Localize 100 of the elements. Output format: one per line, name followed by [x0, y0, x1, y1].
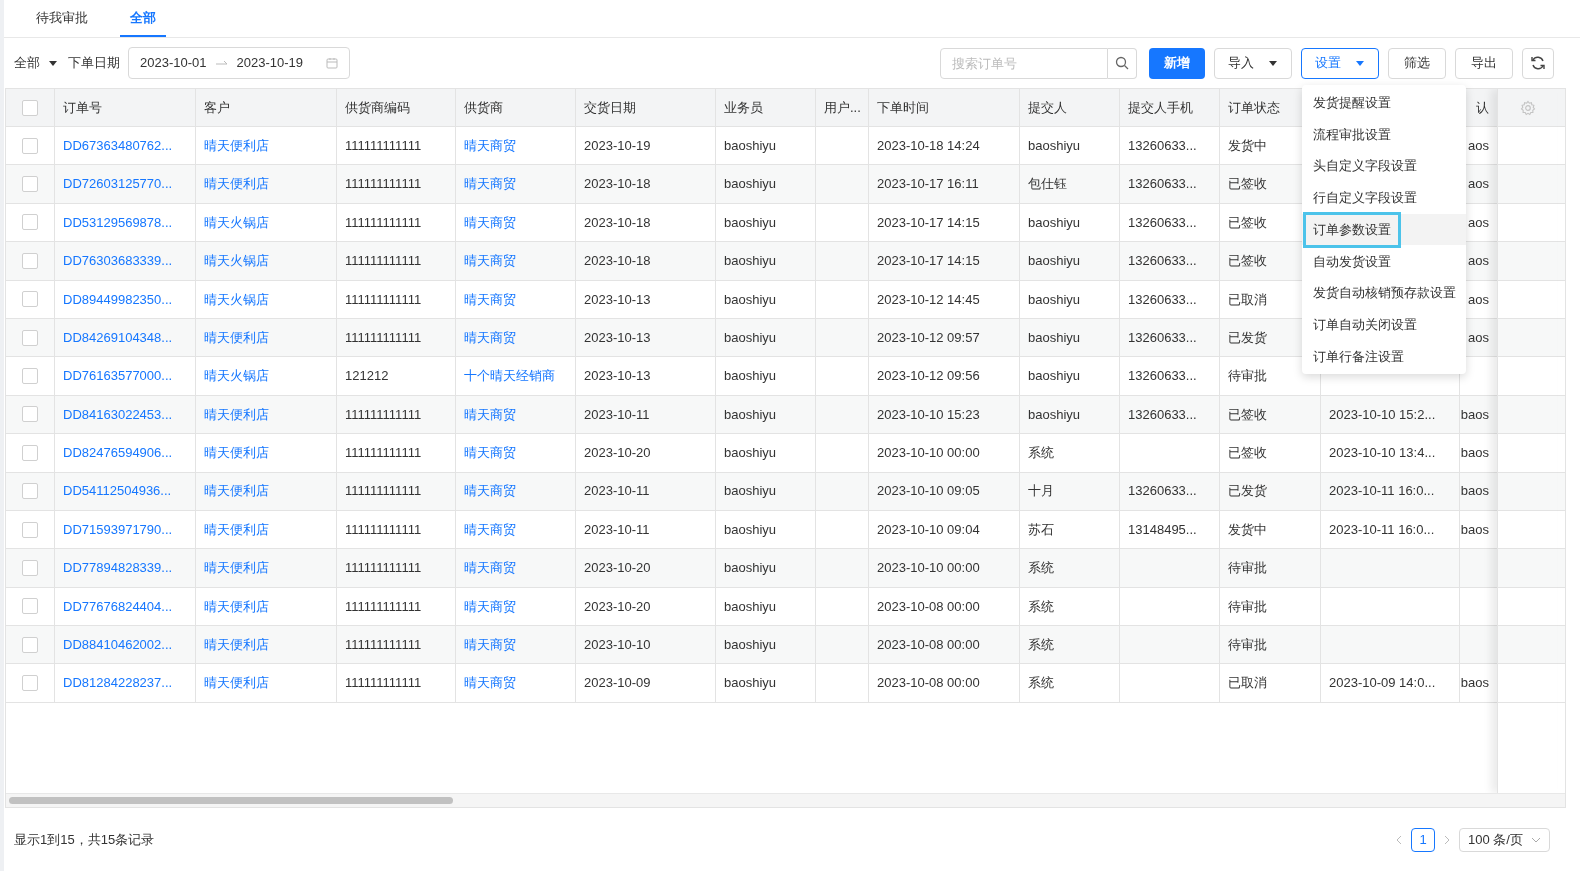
menu-item[interactable]: 发货自动核销预存款设置 — [1306, 277, 1463, 308]
table-link[interactable]: DD84269104348... — [63, 327, 173, 348]
table-link[interactable]: 晴天商贸 — [464, 174, 516, 194]
table-cell-text: 2023-10-08 00:00 — [877, 597, 980, 616]
table-cell-text: 111111111111 — [345, 674, 422, 693]
table-link[interactable]: 晴天商贸 — [464, 135, 516, 156]
table-cell-text: baoshiyu — [1028, 290, 1081, 309]
scrollbar[interactable] — [6, 793, 1565, 807]
checkbox[interactable] — [22, 636, 38, 653]
menu-item[interactable]: 行自定义字段设置 — [1306, 182, 1424, 213]
checkbox[interactable] — [22, 329, 38, 346]
table-link[interactable]: 晴天火锅店 — [204, 251, 269, 271]
table-link[interactable]: 晴天火锅店 — [204, 289, 269, 309]
table-link[interactable]: 晴天商贸 — [464, 289, 516, 309]
menu-item[interactable]: 发货提醒设置 — [1306, 87, 1398, 118]
menu-item[interactable]: 订单自动关闭设置 — [1306, 309, 1424, 340]
checkbox[interactable] — [22, 176, 38, 193]
table-link[interactable]: 晴天商贸 — [464, 327, 516, 348]
table-cell-text: 111111111111 — [345, 213, 422, 232]
checkbox[interactable] — [22, 521, 38, 538]
table-link[interactable]: 晴天便利店 — [204, 635, 269, 655]
table-link[interactable]: 晴天商贸 — [464, 596, 516, 617]
checkbox[interactable] — [22, 99, 38, 116]
table-cell-text: 2023-10-10 00:00 — [877, 444, 980, 463]
menu-item[interactable]: 自动发货设置 — [1306, 246, 1398, 277]
table-link[interactable]: 晴天商贸 — [464, 251, 516, 271]
table-link[interactable]: DD88410462002... — [63, 635, 173, 655]
table-link[interactable]: 晴天便利店 — [204, 673, 269, 693]
checkbox[interactable] — [22, 214, 38, 231]
tab[interactable]: 全部 — [120, 0, 166, 37]
table-link[interactable]: DD54112504936... — [63, 481, 172, 501]
search-field[interactable]: 搜索订单号 — [940, 47, 1108, 79]
toolbar-button[interactable]: 导出 — [1455, 47, 1513, 79]
table-link[interactable]: 晴天火锅店 — [204, 212, 269, 233]
table-link[interactable]: DD67363480762... — [63, 135, 173, 156]
checkbox[interactable] — [22, 483, 38, 500]
table-cell-text: 包仕钰 — [1028, 175, 1067, 194]
column-settings-header[interactable] — [1498, 89, 1557, 127]
table-link[interactable]: 晴天商贸 — [464, 404, 516, 425]
table-link[interactable]: DD82476594906... — [63, 443, 173, 463]
table-link[interactable]: 晴天便利店 — [204, 135, 269, 156]
table-link[interactable]: DD71593971790... — [63, 519, 173, 540]
checkbox[interactable] — [22, 598, 38, 615]
table-link[interactable]: 晴天商贸 — [464, 519, 516, 540]
checkbox[interactable] — [22, 444, 38, 461]
tab[interactable]: 待我审批 — [28, 0, 96, 37]
menu-item[interactable]: 订单行备注设置 — [1306, 341, 1411, 372]
dropdown-button[interactable]: 设置 — [1301, 47, 1379, 79]
table-link[interactable]: 晴天便利店 — [204, 174, 269, 194]
search-button[interactable] — [1108, 47, 1137, 79]
table-link[interactable]: 晴天便利店 — [204, 596, 269, 617]
table-link[interactable]: 晴天商贸 — [464, 558, 516, 578]
menu-item[interactable]: 流程审批设置 — [1306, 119, 1398, 150]
toolbar-button[interactable]: 筛选 — [1388, 47, 1446, 79]
date-range-field[interactable]: 2023-10-01 2023-10-19 — [128, 47, 350, 79]
table-link[interactable]: 晴天商贸 — [464, 443, 516, 463]
table-cell-text: 111111111111 — [345, 328, 422, 347]
table-link[interactable]: DD89449982350... — [63, 289, 173, 309]
table-link[interactable]: DD77676824404... — [63, 596, 173, 617]
table-cell-text: 13260633... — [1128, 328, 1197, 347]
table-link[interactable]: 晴天便利店 — [204, 558, 269, 578]
table-cell-text: 13260633... — [1128, 136, 1197, 155]
scope-dropdown[interactable]: 全部 — [14, 53, 58, 73]
table-link[interactable]: 晴天商贸 — [464, 635, 516, 655]
table-cell-text: 2023-10-11 — [584, 482, 650, 501]
refresh-button[interactable] — [1522, 47, 1554, 79]
table-link[interactable]: 晴天火锅店 — [204, 366, 269, 386]
table-link[interactable]: 晴天商贸 — [464, 673, 516, 693]
table-link[interactable]: 晴天商贸 — [464, 212, 516, 233]
table-link[interactable]: 晴天便利店 — [204, 519, 269, 540]
table-link[interactable]: 晴天商贸 — [464, 481, 516, 501]
checkbox[interactable] — [22, 675, 38, 692]
checkbox[interactable] — [22, 406, 38, 423]
table-cell-text: 2023-10-18 — [584, 213, 651, 232]
table-link[interactable]: DD77894828339... — [63, 558, 173, 578]
menu-item[interactable]: 头自定义字段设置 — [1306, 151, 1424, 182]
table-link[interactable]: DD81284228237... — [63, 673, 173, 693]
checkbox[interactable] — [22, 291, 38, 308]
table-link[interactable]: 晴天便利店 — [204, 404, 269, 425]
page-button[interactable]: 1 — [1411, 827, 1435, 852]
table-link[interactable]: DD72603125770... — [63, 174, 173, 194]
table-cell-text: baoshiyu — [724, 136, 777, 155]
table-link[interactable]: 晴天便利店 — [204, 327, 269, 348]
table-cell-text: 111111111111 — [345, 559, 422, 578]
table-link[interactable]: DD84163022453... — [63, 404, 173, 425]
table-link[interactable]: DD53129569878... — [63, 212, 173, 233]
table-link[interactable]: DD76163577000... — [63, 366, 173, 386]
table-link[interactable]: 十个晴天经销商 — [464, 366, 555, 386]
checkbox[interactable] — [22, 560, 38, 576]
table-cell-text: 2023-10-12 09:56 — [877, 367, 980, 386]
table-cell-text: 已签收 — [1228, 252, 1267, 271]
checkbox[interactable] — [22, 252, 38, 269]
dropdown-button[interactable]: 导入 — [1214, 47, 1292, 79]
table-link[interactable]: DD76303683339... — [63, 251, 173, 271]
table-link[interactable]: 晴天便利店 — [204, 443, 269, 463]
checkbox[interactable] — [22, 368, 38, 385]
checkbox[interactable] — [22, 137, 38, 154]
table-link[interactable]: 晴天便利店 — [204, 481, 269, 501]
add-button[interactable]: 新增 — [1149, 47, 1205, 79]
page-size-dropdown[interactable]: 100 条/页 — [1459, 827, 1550, 852]
